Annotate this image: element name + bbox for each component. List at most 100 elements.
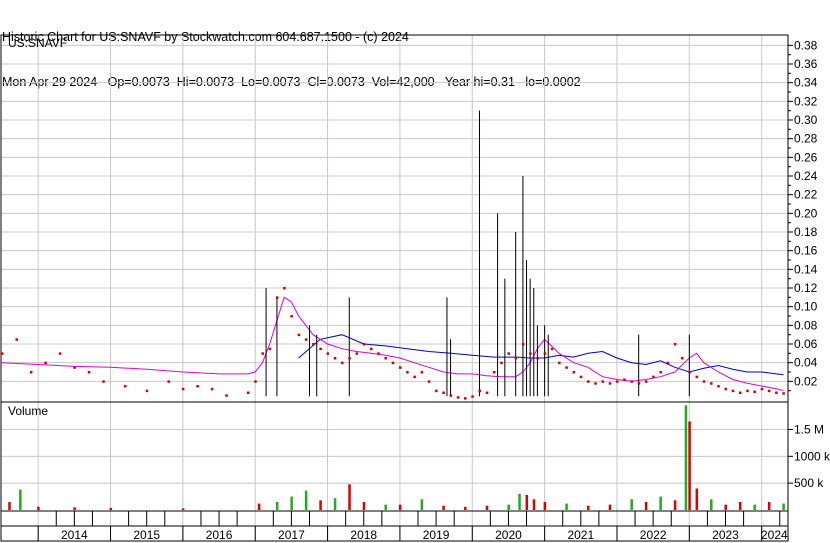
volume-bar [673,500,677,510]
close-price-point [58,352,62,355]
close-price-point [507,352,510,355]
volume-bar [532,499,536,510]
price-tick-label: 0.36 [794,57,818,71]
close-price-point [637,382,641,385]
x-tick-label: 2015 [133,528,160,542]
close-price-point [225,394,228,397]
close-price-point [550,347,554,351]
close-price-point [355,352,359,355]
close-price-point [442,391,445,395]
close-price-point [587,380,590,383]
close-price-point [688,371,691,374]
volume-bar [290,496,293,510]
x-tick-label: 2020 [495,528,522,542]
close-price-point [384,357,387,360]
close-price-point [659,371,662,374]
volume-bar [442,505,445,510]
price-tick-label: 0.06 [794,337,818,351]
close-price-point [456,396,460,399]
close-price-point [341,361,344,365]
close-price-point [666,361,670,365]
volume-bar [710,499,713,510]
volume-tick-label: 1.5 M [794,422,824,436]
close-price-point [15,338,18,341]
close-price-point [145,389,149,393]
close-price-point [572,371,576,374]
volume-bar [684,405,688,510]
volume-bar [753,504,756,510]
close-price-point [449,394,453,397]
close-price-point [304,338,308,341]
close-price-point [391,361,395,365]
close-price-point [283,287,286,290]
close-price-point [579,375,583,379]
x-tick-label: 2022 [640,528,667,542]
volume-bar [181,508,185,510]
volume-bar [608,504,612,510]
volume-bar [19,489,22,510]
volume-bar [398,504,402,510]
price-tick-label: 0.02 [794,374,818,388]
volume-bar [767,501,771,510]
price-tick-label: 0.28 [794,132,818,146]
volume-bar [688,421,691,510]
volume-bar [109,507,113,510]
volume-bar [73,507,76,510]
close-price-point [529,352,532,355]
volume-panel-title: Volume [8,404,48,418]
close-price-point [102,380,105,383]
price-tick-label: 0.04 [794,356,818,370]
close-price-point [210,387,214,391]
close-price-point [746,389,749,393]
price-tick-label: 0.30 [794,113,818,127]
price-tick-label: 0.20 [794,206,818,220]
close-price-point [44,361,47,365]
close-price-point [246,391,250,395]
volume-bar [348,484,351,510]
x-tick-label: 2014 [61,528,88,542]
volume-bar [644,501,648,510]
volume-bar [738,501,742,510]
x-tick-label: 2018 [350,528,377,542]
close-price-point [167,380,170,383]
close-price-point [268,347,272,351]
close-price-point [369,347,373,351]
close-price-point [485,391,489,395]
price-tick-label: 0.10 [794,300,818,314]
volume-bar [724,504,728,510]
close-price-point [601,380,605,383]
volume-bar [384,504,387,510]
close-price-point [261,352,264,355]
x-tick-label: 2023 [712,528,739,542]
volume-bar [319,500,322,510]
close-price-point [312,343,315,346]
price-tick-label: 0.22 [794,188,818,202]
close-price-point [775,391,778,395]
volume-bar [695,488,699,510]
close-price-point [478,389,482,393]
close-price-point [623,378,626,381]
price-tick-label: 0.24 [794,169,818,183]
close-price-point [275,296,279,299]
close-price-point [123,385,127,388]
volume-bar [8,501,11,510]
volume-bar [464,506,467,510]
x-tick-label: 2019 [423,528,450,542]
volume-tick-label: 1000 k [794,449,830,463]
close-price-point [398,366,402,369]
close-price-point [681,357,684,360]
close-price-point [724,387,728,391]
close-price-point [753,390,756,394]
close-price-point [615,380,619,383]
volume-bar [257,503,261,510]
price-panel-title: US:SNAVF [8,36,67,50]
x-tick-label: 2017 [278,528,305,542]
close-price-point [181,387,185,391]
close-price-point [717,385,720,388]
close-price-point [1,352,4,355]
volume-bar [782,503,785,510]
close-price-point [565,366,568,369]
close-price-point [319,347,322,351]
close-price-point [536,357,539,360]
volume-bar [304,490,308,510]
